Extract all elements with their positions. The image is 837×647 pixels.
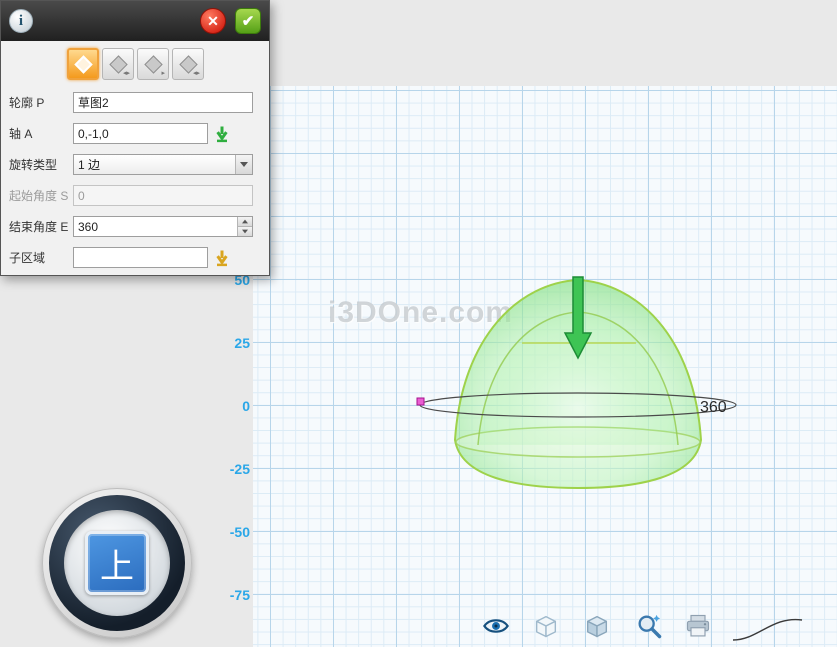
diamond-icon [74,55,92,73]
subregion-input[interactable] [73,247,208,268]
diamond-icon [144,55,162,73]
axis-tick: -75 [210,587,250,603]
field-row-profile: 轮廓 P [1,87,269,118]
axis-tick: -50 [210,524,250,540]
spinner-buttons [237,217,252,236]
profile-label: 轮廓 P [9,94,73,111]
mode-surface-button[interactable]: ◂▸ [102,48,134,80]
app-window: i3DOne.com 50 25 0 -25 -50 -75 360 [0,0,837,647]
start-point-marker[interactable] [417,398,424,405]
field-row-subregion: 子区域 [1,242,269,273]
visibility-eye-icon[interactable] [482,612,510,640]
field-row-revolve-type: 旋转类型 1 边 [1,149,269,180]
chevron-down-icon [242,230,248,234]
zoom-magnifier-icon[interactable] [635,612,663,640]
field-row-axis: 轴 A [1,118,269,149]
spin-up-button[interactable] [238,217,252,226]
field-row-end-angle: 结束角度 E [1,211,269,242]
arrows-icon: ◂▸ [123,69,130,77]
revolve-mode-toolbar: ◂▸ ▸ ◂▸ [1,41,269,87]
mode-solid-button[interactable] [67,48,99,80]
shaded-cube-icon[interactable] [583,612,611,640]
axis-tick: -25 [210,461,250,477]
axis-pick-arrow-icon[interactable] [212,124,232,144]
axis-label: 轴 A [9,125,73,142]
wireframe-cube-icon[interactable] [532,612,560,640]
mode-cut-button[interactable]: ◂▸ [172,48,204,80]
arrows-icon: ◂▸ [193,69,200,77]
revolve-dialog: i ✕ ✔ ◂▸ ▸ ◂▸ 轮廓 P [0,0,270,276]
angle-label: 360 [700,399,727,416]
view-cube-top-face[interactable]: 上 [85,531,149,595]
profile-input[interactable] [73,92,253,113]
axis-tick: 0 [210,398,250,414]
revolve-preview-geometry[interactable]: 360 [400,255,760,505]
info-icon[interactable]: i [9,9,33,33]
view-orientation-widget[interactable]: 上 [42,488,192,638]
start-angle-input [73,185,253,206]
arrows-icon: ▸ [161,69,165,77]
cancel-button[interactable]: ✕ [200,8,226,34]
chevron-up-icon [242,220,248,224]
dropdown-arrow-button[interactable] [235,155,252,174]
end-angle-label: 结束角度 E [9,218,73,235]
revolve-type-label: 旋转类型 [9,156,73,173]
start-angle-label: 起始角度 S [9,187,73,204]
end-angle-spinner [73,216,253,237]
dialog-titlebar[interactable]: i ✕ ✔ [1,1,269,41]
axis-tick: 25 [210,335,250,351]
spin-down-button[interactable] [238,226,252,236]
subregion-label: 子区域 [9,249,73,266]
axis-input[interactable] [73,123,208,144]
revolve-type-value: 1 边 [74,156,235,173]
confirm-button[interactable]: ✔ [235,8,261,34]
chevron-down-icon [240,162,248,167]
field-row-start-angle: 起始角度 S [1,180,269,211]
sketch-curve [730,610,805,644]
mode-add-button[interactable]: ▸ [137,48,169,80]
printer-icon[interactable] [684,612,712,640]
end-angle-input[interactable] [74,217,237,236]
subregion-pick-arrow-icon[interactable] [212,248,232,268]
revolve-type-dropdown[interactable]: 1 边 [73,154,253,175]
